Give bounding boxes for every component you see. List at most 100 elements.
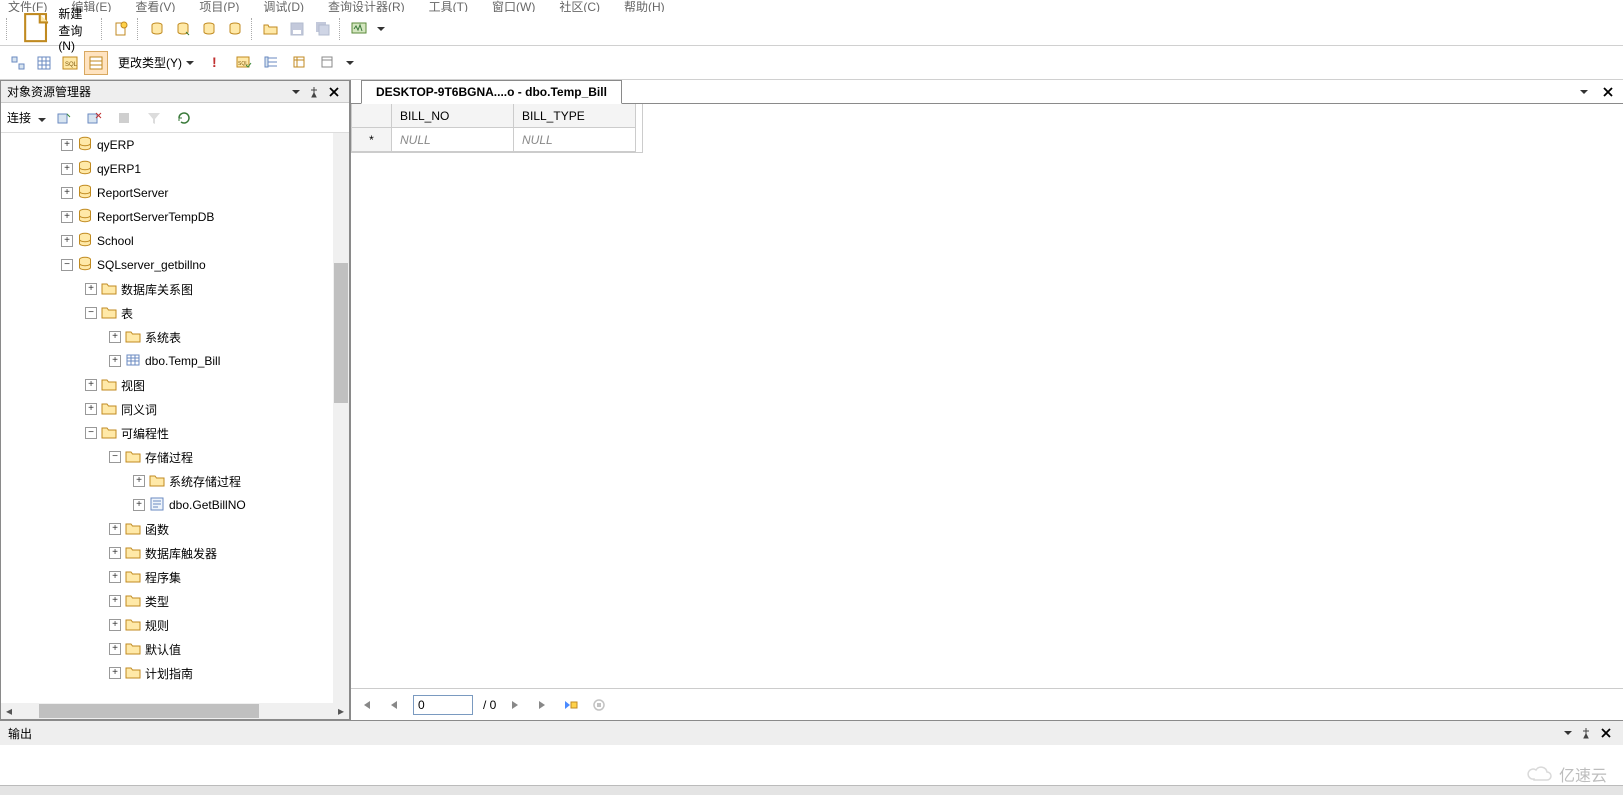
tree-node[interactable]: +数据库触发器: [1, 541, 349, 565]
menu-view[interactable]: 查看(V): [135, 0, 175, 12]
new-query-button[interactable]: 新建查询(N): [14, 16, 97, 42]
tree-expander[interactable]: +: [61, 211, 73, 223]
panel-dropdown-button[interactable]: [285, 83, 303, 101]
menu-tools[interactable]: 工具(T): [429, 0, 468, 12]
grid-row-header[interactable]: *: [352, 128, 392, 152]
tree-expander[interactable]: +: [61, 163, 73, 175]
activity-monitor-button[interactable]: [347, 17, 371, 41]
tree-expander[interactable]: +: [109, 595, 121, 607]
tree-expander[interactable]: +: [85, 283, 97, 295]
menu-file[interactable]: 文件(F): [8, 0, 47, 12]
connect-dropdown[interactable]: 连接: [7, 109, 46, 126]
toolbar2-overflow[interactable]: [342, 51, 354, 75]
tree-expander[interactable]: +: [133, 475, 145, 487]
save-button[interactable]: [285, 17, 309, 41]
tree-expander[interactable]: −: [85, 427, 97, 439]
tree-expander[interactable]: +: [109, 547, 121, 559]
tree-expander[interactable]: −: [61, 259, 73, 271]
tree-scrollbar-vertical[interactable]: [333, 133, 349, 703]
execute-button[interactable]: !: [204, 51, 228, 75]
tree-node[interactable]: +视图: [1, 373, 349, 397]
menu-community[interactable]: 社区(C): [559, 0, 600, 12]
tree-node[interactable]: +类型: [1, 589, 349, 613]
nav-new-row-button[interactable]: [562, 696, 580, 714]
toolbar-overflow[interactable]: [373, 17, 385, 41]
scrollbar-thumb[interactable]: [334, 263, 348, 403]
output-dropdown-button[interactable]: [1557, 724, 1575, 742]
add-table-button[interactable]: [288, 51, 312, 75]
tree-node[interactable]: +School: [1, 229, 349, 253]
filter-button[interactable]: [142, 106, 166, 130]
document-tab-active[interactable]: DESKTOP-9T6BGNA....o - dbo.Temp_Bill: [361, 80, 622, 104]
tree-scrollbar-horizontal[interactable]: ◂ ▸: [1, 703, 349, 719]
tree-node[interactable]: +默认值: [1, 637, 349, 661]
tab-close-button[interactable]: [1599, 83, 1617, 101]
cell-bill-type[interactable]: NULL: [514, 128, 636, 152]
tree-node[interactable]: +系统存储过程: [1, 469, 349, 493]
results-grid[interactable]: BILL_NO BILL_TYPE * NULL NULL: [351, 104, 643, 153]
show-results-button[interactable]: [84, 51, 108, 75]
tree-expander[interactable]: +: [109, 667, 121, 679]
tree-node[interactable]: −SQLserver_getbillno: [1, 253, 349, 277]
save-all-button[interactable]: [311, 17, 335, 41]
open-file-button[interactable]: [259, 17, 283, 41]
db-button-3[interactable]: [197, 17, 221, 41]
menu-help[interactable]: 帮助(H): [624, 0, 665, 12]
output-close-button[interactable]: [1597, 724, 1615, 742]
tree-expander[interactable]: +: [61, 139, 73, 151]
disconnect-button[interactable]: [82, 106, 106, 130]
stop-button[interactable]: [112, 106, 136, 130]
tree-node[interactable]: −可编程性: [1, 421, 349, 445]
tree-node[interactable]: +dbo.GetBillNO: [1, 493, 349, 517]
tree-expander[interactable]: −: [109, 451, 121, 463]
tree-node[interactable]: +同义词: [1, 397, 349, 421]
menu-query-designer[interactable]: 查询设计器(R): [328, 0, 405, 12]
tree-node[interactable]: −存储过程: [1, 445, 349, 469]
tree-node[interactable]: +系统表: [1, 325, 349, 349]
tree-node[interactable]: +dbo.Temp_Bill: [1, 349, 349, 373]
scroll-left-icon[interactable]: ◂: [1, 703, 17, 719]
column-header-bill-no[interactable]: BILL_NO: [392, 104, 514, 128]
nav-next-button[interactable]: [506, 696, 524, 714]
menu-project[interactable]: 项目(P): [199, 0, 239, 12]
tree-expander[interactable]: +: [61, 235, 73, 247]
scrollbar-thumb[interactable]: [39, 704, 259, 718]
change-type-dropdown[interactable]: 更改类型(Y): [112, 51, 200, 75]
tree-node[interactable]: +函数: [1, 517, 349, 541]
tree-node[interactable]: +ReportServerTempDB: [1, 205, 349, 229]
output-pin-button[interactable]: [1577, 724, 1595, 742]
db-button-4[interactable]: [223, 17, 247, 41]
add-derived-table-button[interactable]: [316, 51, 340, 75]
object-explorer-tree[interactable]: +qyERP+qyERP1+ReportServer+ReportServerT…: [1, 133, 349, 703]
tree-node[interactable]: +数据库关系图: [1, 277, 349, 301]
column-header-bill-type[interactable]: BILL_TYPE: [514, 104, 636, 128]
connect-obj-button[interactable]: [52, 106, 76, 130]
cell-bill-no[interactable]: NULL: [392, 128, 514, 152]
tree-expander[interactable]: +: [109, 355, 121, 367]
tree-node[interactable]: +规则: [1, 613, 349, 637]
tree-node[interactable]: +ReportServer: [1, 181, 349, 205]
tree-expander[interactable]: +: [109, 643, 121, 655]
tree-node[interactable]: +计划指南: [1, 661, 349, 685]
tab-list-dropdown[interactable]: [1573, 83, 1591, 101]
show-diagram-button[interactable]: [6, 51, 30, 75]
tree-node[interactable]: −表: [1, 301, 349, 325]
db-engine-button[interactable]: [171, 17, 195, 41]
tree-expander[interactable]: +: [109, 571, 121, 583]
verify-sql-button[interactable]: SQL: [232, 51, 256, 75]
nav-last-button[interactable]: [534, 696, 552, 714]
menu-window[interactable]: 窗口(W): [492, 0, 535, 12]
group-by-button[interactable]: [260, 51, 284, 75]
menu-debug[interactable]: 调试(D): [263, 0, 304, 12]
show-criteria-button[interactable]: [32, 51, 56, 75]
scroll-right-icon[interactable]: ▸: [333, 703, 349, 719]
open-db-button[interactable]: [145, 17, 169, 41]
nav-cancel-button[interactable]: [590, 696, 608, 714]
nav-current-input[interactable]: [413, 695, 473, 715]
tree-expander[interactable]: +: [85, 379, 97, 391]
panel-close-button[interactable]: [325, 83, 343, 101]
tree-expander[interactable]: +: [109, 523, 121, 535]
tree-expander[interactable]: +: [133, 499, 145, 511]
tree-expander[interactable]: +: [109, 619, 121, 631]
tree-node[interactable]: +程序集: [1, 565, 349, 589]
